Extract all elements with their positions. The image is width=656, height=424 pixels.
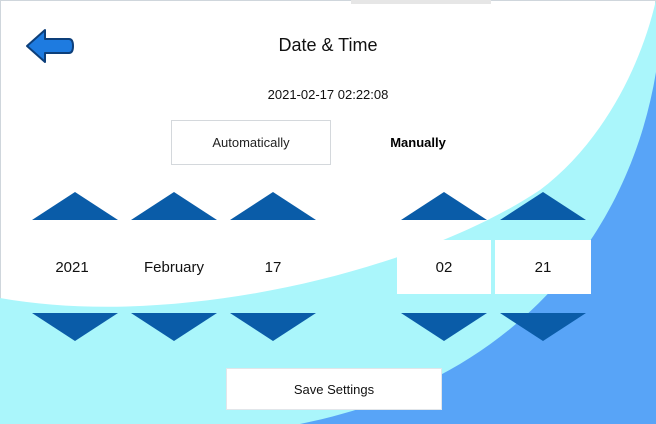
year-down-button[interactable] (32, 313, 118, 341)
minute-value[interactable]: 21 (495, 240, 591, 294)
minute-down-button[interactable] (500, 313, 586, 341)
manually-button[interactable]: Manually (338, 120, 498, 165)
year-value: 2021 (55, 258, 89, 276)
day-up-button[interactable] (230, 192, 316, 220)
date-time-screen: Date & Time 2021-02-17 02:22:08 Automati… (0, 0, 656, 424)
triangle-down-icon (500, 313, 586, 341)
hour-down-button[interactable] (401, 313, 487, 341)
hour-up-button[interactable] (401, 192, 487, 220)
month-up-button[interactable] (131, 192, 217, 220)
minute-up-button[interactable] (500, 192, 586, 220)
triangle-down-icon (230, 313, 316, 341)
day-value: 17 (264, 258, 282, 276)
month-down-button[interactable] (131, 313, 217, 341)
triangle-up-icon (230, 192, 316, 220)
current-datetime: 2021-02-17 02:22:08 (267, 87, 389, 102)
triangle-up-icon (131, 192, 217, 220)
day-down-button[interactable] (230, 313, 316, 341)
hour-value[interactable]: 02 (397, 240, 491, 294)
automatically-button[interactable]: Automatically (171, 120, 331, 165)
triangle-down-icon (32, 313, 118, 341)
page-title: Date & Time (278, 35, 378, 55)
triangle-down-icon (131, 313, 217, 341)
triangle-up-icon (401, 192, 487, 220)
triangle-down-icon (401, 313, 487, 341)
save-settings-button[interactable]: Save Settings (226, 368, 442, 410)
top-strip (351, 0, 491, 4)
triangle-up-icon (32, 192, 118, 220)
year-up-button[interactable] (32, 192, 118, 220)
triangle-up-icon (500, 192, 586, 220)
month-value: February (143, 258, 205, 276)
